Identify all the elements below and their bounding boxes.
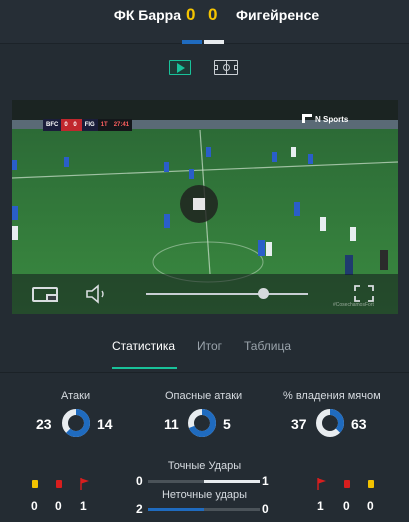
shots-off-target-bar [148, 508, 260, 511]
dangerous-attacks-away: 5 [223, 416, 231, 432]
home-corners: 1 [80, 499, 87, 513]
tab-table[interactable]: Таблица [244, 339, 291, 353]
pip-inner-window [46, 294, 58, 302]
home-yellow-cards: 0 [31, 499, 38, 513]
play-icon [177, 63, 185, 73]
shots-off-target-away: 0 [262, 502, 269, 516]
possession-home: 37 [291, 416, 307, 432]
volume-icon[interactable] [85, 283, 111, 305]
video-view-toggle[interactable] [169, 60, 191, 75]
away-team-name[interactable]: Фигейренсе [236, 7, 319, 23]
away-yellow-cards: 0 [367, 499, 374, 513]
shots-off-target-label: Неточные удары [161, 489, 248, 501]
broadcast-clock: 27:41 [110, 119, 133, 131]
shots-on-target-home: 0 [136, 474, 143, 488]
home-red-cards: 0 [55, 499, 62, 513]
divider [0, 372, 409, 373]
shots-on-target-away: 1 [262, 474, 269, 488]
home-score: 0 [186, 5, 196, 24]
video-controls [12, 274, 398, 314]
dangerous-attacks-home: 11 [164, 416, 179, 432]
broadcaster-name: N Sports [315, 115, 349, 124]
dangerous-attacks-label: Опасные атаки [165, 390, 243, 402]
yellow-card-icon [368, 480, 374, 488]
shots-on-target-bar [148, 480, 260, 483]
away-corners: 1 [317, 499, 324, 513]
pitch-icon-goal-left [215, 65, 218, 70]
fullscreen-icon[interactable] [354, 285, 374, 302]
red-card-icon [56, 480, 62, 488]
home-team-name[interactable]: ФК Барра [114, 7, 181, 23]
broadcast-away-abbr: FIG [81, 119, 98, 131]
seek-handle[interactable] [257, 288, 269, 299]
attacks-donut [62, 409, 90, 437]
broadcast-scoreboard: BFC 0 0 FIG 1T 27:41 [43, 119, 133, 131]
broadcaster-icon [302, 114, 312, 123]
away-indicator [204, 40, 224, 44]
broadcast-period: 1T [97, 119, 111, 131]
video-player[interactable]: BFC 0 0 FIG 1T 27:41 N Sports #Cosechamo… [12, 100, 398, 314]
yellow-card-icon [32, 480, 38, 488]
possession-away: 63 [351, 416, 367, 432]
tab-bar: Статистика Итог Таблица [0, 330, 409, 370]
away-score: 0 [208, 5, 218, 24]
broadcast-home-abbr: BFC [43, 119, 62, 131]
shots-off-target-home-fill [148, 508, 204, 511]
pitch-icon-goal-right [234, 65, 237, 70]
tab-statistics[interactable]: Статистика [112, 339, 175, 353]
shots-on-target-label: Точные Удары [167, 460, 242, 472]
field-view-toggle[interactable] [214, 60, 238, 75]
shots-off-target-home: 2 [136, 502, 143, 516]
video-watermark: #CosechamosFort [333, 302, 374, 308]
red-card-icon [344, 480, 350, 488]
attacks-away: 14 [97, 416, 113, 432]
shots-on-target-away-fill [204, 480, 260, 483]
possession-donut [316, 409, 344, 437]
broadcaster-logo: N Sports [302, 114, 348, 124]
away-red-cards: 0 [343, 499, 350, 513]
active-tab-indicator [112, 367, 177, 369]
attacks-label: Атаки [61, 390, 91, 402]
stop-icon [193, 198, 205, 210]
broadcast-score: 0 0 [61, 119, 82, 131]
match-header: ФК Барра 0 0 Фигейренсе [0, 0, 409, 44]
possession-label: % владения мячом [283, 390, 381, 402]
stop-button[interactable] [180, 185, 218, 223]
tab-summary[interactable]: Итог [197, 339, 222, 353]
attacks-home: 23 [36, 416, 52, 432]
seek-bar[interactable] [146, 293, 308, 295]
home-indicator [182, 40, 202, 44]
picture-in-picture-icon[interactable] [32, 287, 58, 302]
pitch-icon-circle [223, 64, 230, 71]
dangerous-attacks-donut [188, 409, 216, 437]
